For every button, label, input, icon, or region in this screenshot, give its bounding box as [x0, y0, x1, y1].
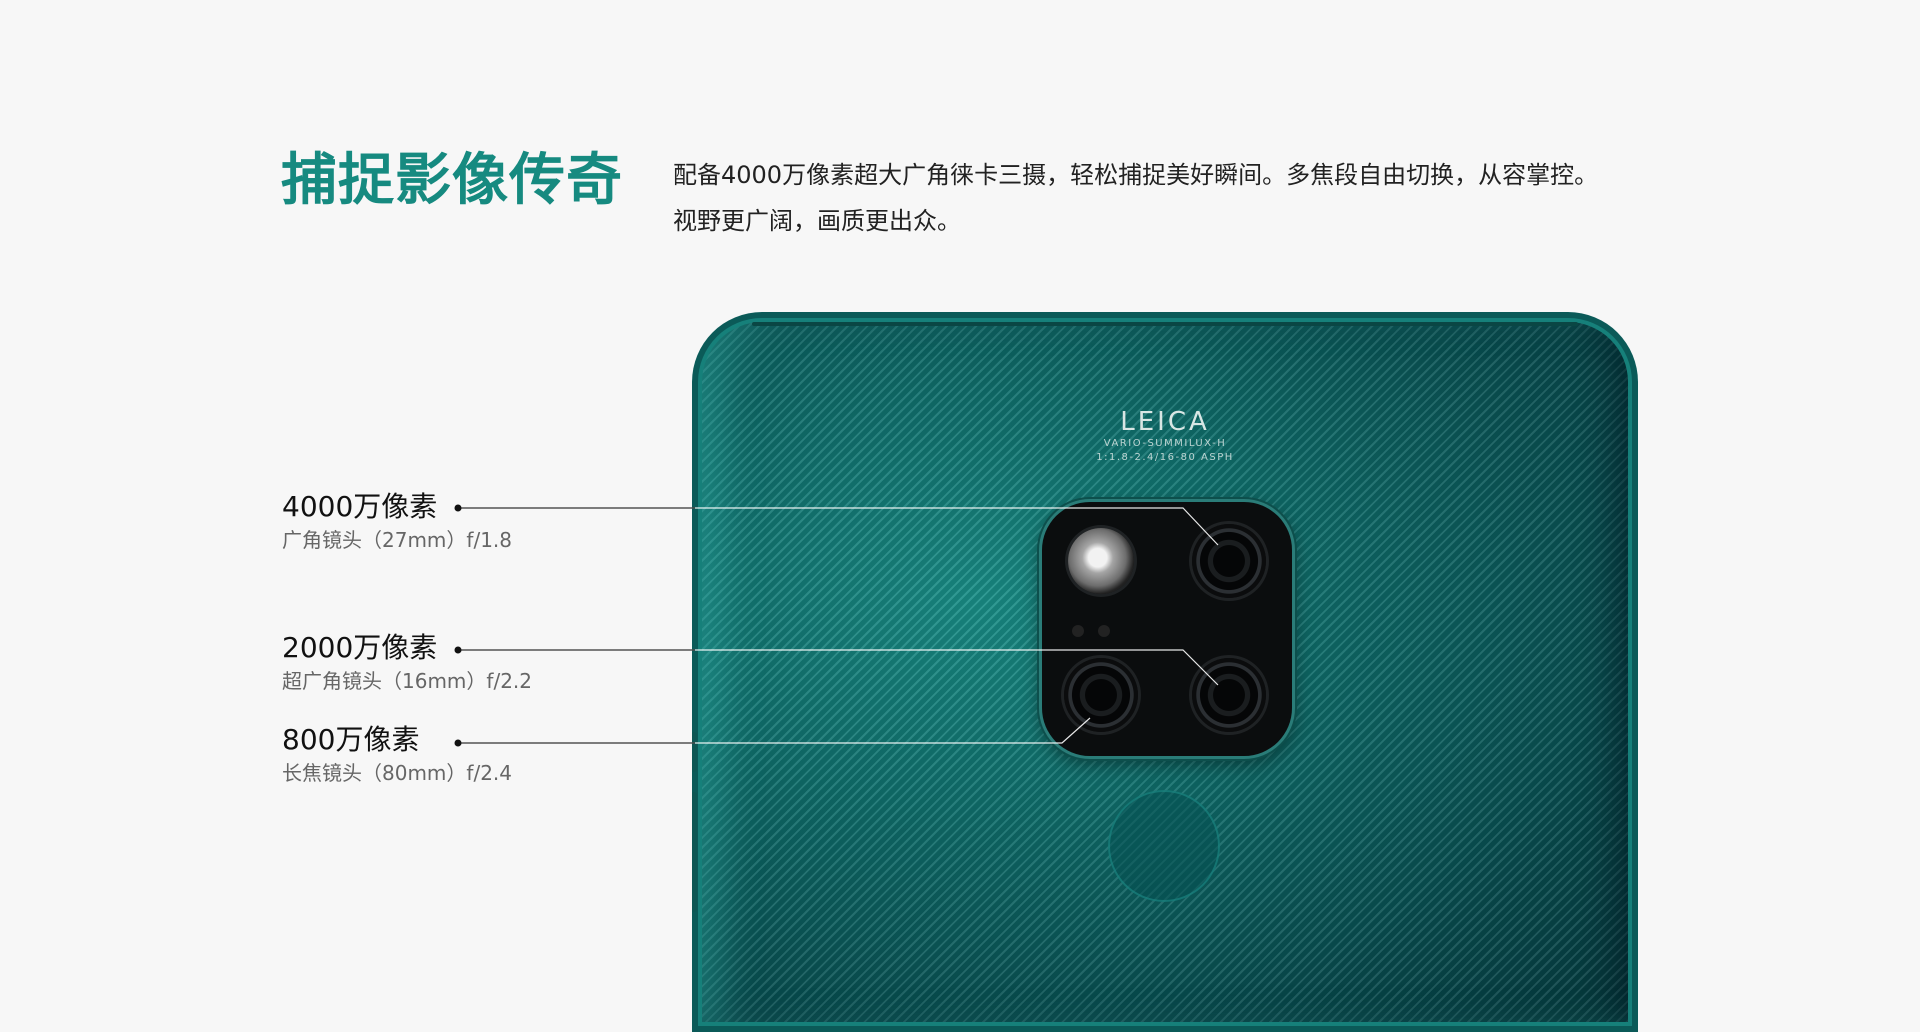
- callout-line-main: [458, 507, 1219, 546]
- callout-lines: [454, 504, 1219, 747]
- callout-dot: [454, 504, 462, 512]
- callout-dot: [454, 646, 462, 654]
- callout-line-ultrawide: [458, 649, 1219, 686]
- callout-dot: [454, 739, 462, 747]
- callout-line-telephoto: [458, 717, 1091, 744]
